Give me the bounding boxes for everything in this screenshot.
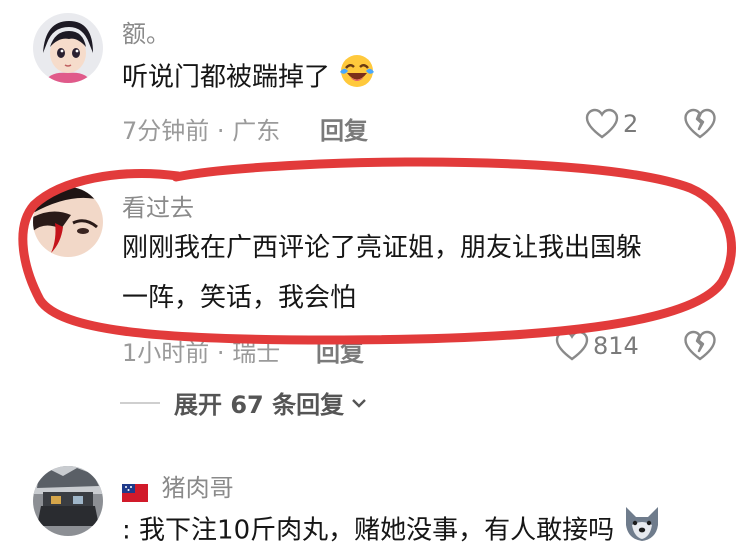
- comment-text-body: : 我下注10斤肉丸，赌她没事，有人敢接吗: [122, 515, 615, 546]
- comment-text: : 我下注10斤肉丸，赌她没事，有人敢接吗: [122, 505, 662, 557]
- timestamp: 1小时前: [122, 339, 210, 367]
- timestamp: 7分钟前: [122, 117, 210, 145]
- meta-separator: ·: [216, 117, 225, 145]
- reply-button[interactable]: 回复: [316, 333, 364, 368]
- dislike-button[interactable]: [684, 330, 716, 366]
- broken-heart-icon: [684, 108, 716, 139]
- location: 瑞士: [232, 339, 281, 367]
- wolf-emoji: [622, 505, 662, 557]
- comment-meta: 7分钟前 · 广东: [122, 111, 280, 146]
- username[interactable]: 猪肉哥: [122, 468, 234, 503]
- expand-replies-label: 展开 67 条回复: [174, 391, 345, 419]
- dislike-button[interactable]: [684, 108, 716, 144]
- username-label: 猪肉哥: [161, 474, 234, 502]
- avatar[interactable]: [33, 187, 103, 257]
- avatar[interactable]: [33, 13, 103, 83]
- samoa-flag-icon: [122, 480, 148, 502]
- chevron-down-icon: [352, 398, 366, 408]
- reply-button[interactable]: 回复: [320, 111, 368, 146]
- expand-divider: [120, 401, 160, 404]
- comment-text-body: 听说门都被踹掉了: [122, 62, 331, 93]
- heart-icon: [585, 108, 619, 139]
- like-button[interactable]: 2: [585, 108, 638, 140]
- comment-meta: 1小时前 · 瑞士: [122, 333, 280, 368]
- comment-text: 听说门都被踹掉了: [122, 52, 376, 104]
- like-count: 814: [593, 332, 639, 360]
- username[interactable]: 额。: [122, 14, 170, 49]
- meta-separator: ·: [216, 339, 225, 367]
- like-button[interactable]: 814: [555, 330, 639, 362]
- broken-heart-icon: [684, 330, 716, 361]
- expand-replies-button[interactable]: 展开 67 条回复: [120, 385, 370, 420]
- heart-icon: [555, 330, 589, 361]
- laughing-crying-emoji: [338, 52, 376, 104]
- username[interactable]: 看过去: [122, 188, 194, 223]
- location: 广东: [232, 117, 281, 145]
- avatar[interactable]: [33, 466, 103, 536]
- comment-text-line-2: 一阵，笑话，我会怕: [122, 283, 357, 313]
- comment-text-line-1: 刚刚我在广西评论了亮证姐，朋友让我出国躲: [122, 233, 643, 263]
- like-count: 2: [623, 110, 639, 138]
